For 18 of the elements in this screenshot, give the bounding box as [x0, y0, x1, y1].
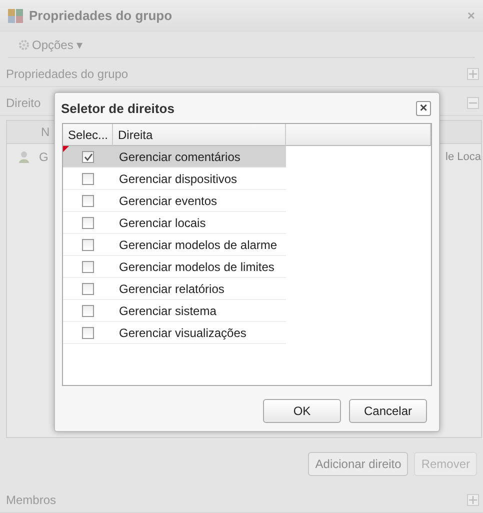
table-cell[interactable]: Gerenciar comentários — [113, 146, 286, 168]
table-cell[interactable]: Gerenciar locais — [113, 212, 286, 234]
table-cell[interactable]: Gerenciar sistema — [113, 300, 286, 322]
column-header[interactable]: Selec... — [63, 124, 113, 146]
table-cell[interactable]: Gerenciar modelos de limites — [113, 256, 286, 278]
table-cell: le Loca — [446, 150, 481, 163]
table-cell[interactable]: Gerenciar dispositivos — [113, 168, 286, 190]
dialog-title: Seletor de direitos — [61, 100, 174, 116]
close-button[interactable]: × — [416, 100, 431, 116]
table-cell[interactable]: Gerenciar visualizações — [113, 322, 286, 344]
cancel-button[interactable]: Cancelar — [349, 399, 427, 423]
window-title: Propriedades do grupo — [29, 8, 172, 24]
column-header[interactable]: Direita — [113, 124, 286, 146]
table-cell: G — [39, 150, 48, 164]
table-cell[interactable]: Gerenciar eventos — [113, 190, 286, 212]
table-cell[interactable]: Gerenciar relatórios — [113, 278, 286, 300]
ok-button[interactable]: OK — [263, 399, 341, 423]
table-cell[interactable]: Gerenciar modelos de alarme — [113, 234, 286, 256]
